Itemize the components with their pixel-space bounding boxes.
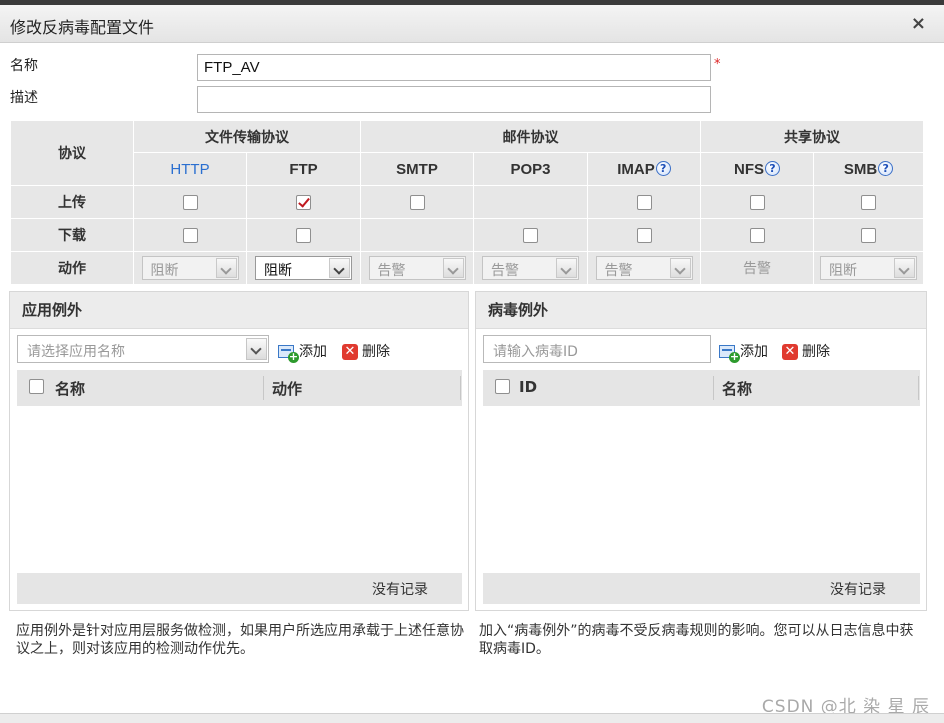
- action-smb-select[interactable]: 阻断: [820, 256, 917, 280]
- group-file-transfer: 文件传输协议: [133, 120, 361, 153]
- protocol-smb: SMB: [843, 160, 878, 178]
- protocol-nfs: NFS: [734, 160, 764, 178]
- download-pop3-checkbox[interactable]: [523, 227, 538, 243]
- virus-exception-note: 加入“病毒例外”的病毒不受反病毒规则的影响。您可以从日志信息中获取病毒ID。: [479, 623, 914, 657]
- virus-col-id: ID: [519, 378, 538, 396]
- add-icon: +: [278, 344, 299, 363]
- app-grid-footer: 没有记录: [17, 573, 462, 604]
- chevron-down-icon: [215, 258, 237, 278]
- protocol-http[interactable]: HTTP: [170, 161, 209, 178]
- virus-add-button[interactable]: + 添加: [719, 341, 768, 363]
- download-smtp-empty: [360, 218, 474, 252]
- app-empty-text: 没有记录: [372, 582, 428, 598]
- virus-grid-footer: 没有记录: [483, 573, 920, 604]
- description-label: 描述: [10, 90, 38, 106]
- protocol-table: 协议 文件传输协议 邮件协议 共享协议 HTTP FTP SMTP POP3 I…: [10, 120, 924, 285]
- upload-smb-checkbox[interactable]: [861, 194, 876, 210]
- app-col-action: 动作: [272, 380, 303, 398]
- download-http-checkbox[interactable]: [182, 227, 198, 243]
- row-download: 下载: [10, 218, 134, 252]
- name-input[interactable]: [197, 54, 711, 81]
- name-label: 名称: [10, 58, 38, 74]
- upload-nfs-checkbox[interactable]: [749, 194, 765, 210]
- virus-exception-panel: 病毒例外 请输入病毒ID + 添加 ✕ 删除 ID 名称 没有记录: [475, 291, 927, 611]
- action-imap-select[interactable]: 告警: [595, 256, 693, 280]
- virus-col-name: 名称: [722, 380, 753, 398]
- app-select[interactable]: 请选择应用名称: [17, 335, 269, 363]
- upload-http-checkbox[interactable]: [182, 194, 198, 210]
- app-exception-title: 应用例外: [10, 292, 468, 329]
- bottom-border: [0, 713, 944, 723]
- virus-empty-text: 没有记录: [830, 582, 886, 598]
- chevron-down-icon: [556, 258, 577, 278]
- description-input[interactable]: [197, 86, 711, 113]
- add-icon: +: [719, 344, 740, 363]
- virus-exception-title: 病毒例外: [476, 292, 926, 329]
- app-add-button[interactable]: + 添加: [278, 341, 327, 363]
- imap-help-icon[interactable]: ?: [655, 160, 671, 176]
- group-mail: 邮件协议: [360, 120, 701, 153]
- protocol-imap: IMAP: [617, 160, 655, 178]
- app-exception-panel: 应用例外 请选择应用名称 + 添加 ✕ 删除 名称 动作 没有记录: [9, 291, 469, 611]
- app-grid-header: 名称 动作: [17, 370, 462, 406]
- chevron-down-icon: [669, 258, 691, 278]
- virus-id-input[interactable]: 请输入病毒ID: [483, 335, 711, 363]
- protocol-ftp: FTP: [289, 160, 318, 178]
- upload-pop3-empty: [473, 185, 588, 219]
- nfs-help-icon[interactable]: ?: [765, 160, 780, 176]
- download-nfs-checkbox[interactable]: [749, 227, 765, 243]
- action-pop3-select[interactable]: 告警: [482, 256, 579, 280]
- chevron-down-icon: [329, 258, 350, 278]
- row-action: 动作: [10, 251, 134, 285]
- download-smb-checkbox[interactable]: [861, 227, 876, 243]
- row-upload: 上传: [10, 185, 134, 219]
- action-ftp-select[interactable]: 阻断: [255, 256, 352, 280]
- close-icon[interactable]: ×: [911, 13, 926, 34]
- smb-help-icon[interactable]: ?: [878, 160, 894, 176]
- chevron-down-icon: [894, 258, 915, 278]
- virus-select-all-checkbox[interactable]: [495, 379, 510, 394]
- protocol-header: 协议: [10, 120, 134, 186]
- virus-delete-button[interactable]: ✕ 删除: [782, 341, 830, 361]
- app-select-all-checkbox[interactable]: [29, 379, 44, 394]
- action-smtp-select[interactable]: 告警: [368, 256, 466, 280]
- virus-id-placeholder: 请输入病毒ID: [493, 344, 578, 360]
- app-col-name: 名称: [55, 380, 86, 398]
- download-imap-checkbox[interactable]: [636, 227, 652, 243]
- protocol-smtp: SMTP: [396, 160, 438, 178]
- delete-icon: ✕: [782, 344, 798, 360]
- group-share: 共享协议: [700, 120, 924, 153]
- action-nfs-value: 告警: [743, 261, 771, 277]
- download-ftp-checkbox[interactable]: [296, 227, 311, 243]
- chevron-down-icon: [442, 258, 464, 278]
- delete-icon: ✕: [342, 344, 358, 360]
- dialog-titlebar: 修改反病毒配置文件 ×: [0, 5, 944, 43]
- app-exception-note: 应用例外是针对应用层服务做检测，如果用户所选应用承载于上述任意协议之上，则对该应…: [16, 623, 464, 657]
- upload-smtp-checkbox[interactable]: [409, 194, 425, 210]
- virus-grid-header: ID 名称: [483, 370, 920, 406]
- protocol-pop3: POP3: [510, 160, 551, 178]
- upload-imap-checkbox[interactable]: [636, 194, 652, 210]
- dialog-title: 修改反病毒配置文件: [10, 18, 155, 37]
- app-select-placeholder: 请选择应用名称: [27, 344, 125, 360]
- required-mark: *: [714, 57, 721, 72]
- chevron-down-icon[interactable]: [246, 338, 267, 360]
- upload-ftp-checkbox[interactable]: [296, 194, 311, 210]
- app-delete-button[interactable]: ✕ 删除: [342, 341, 390, 361]
- action-http-select[interactable]: 阻断: [141, 256, 239, 280]
